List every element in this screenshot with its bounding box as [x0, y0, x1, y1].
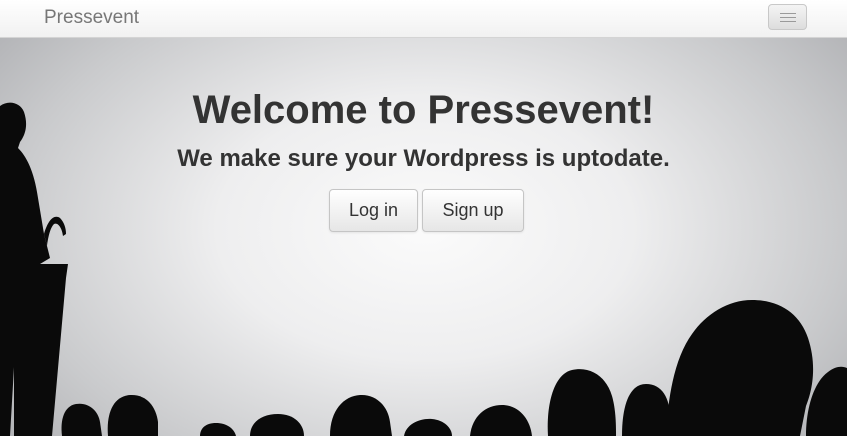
signup-button[interactable]: Sign up: [422, 189, 524, 232]
hero-subtitle: We make sure your Wordpress is uptodate.: [177, 145, 670, 172]
menu-toggle-button[interactable]: [768, 4, 807, 30]
navbar: Pressevent: [0, 0, 847, 38]
hero-title: Welcome to Pressevent!: [192, 88, 655, 132]
page: Pressevent Welcome to Pressevent! We mak…: [0, 0, 847, 436]
login-button[interactable]: Log in: [329, 189, 418, 232]
brand-link[interactable]: Pressevent: [44, 7, 139, 29]
hero-section: Welcome to Pressevent! We make sure your…: [0, 38, 847, 436]
